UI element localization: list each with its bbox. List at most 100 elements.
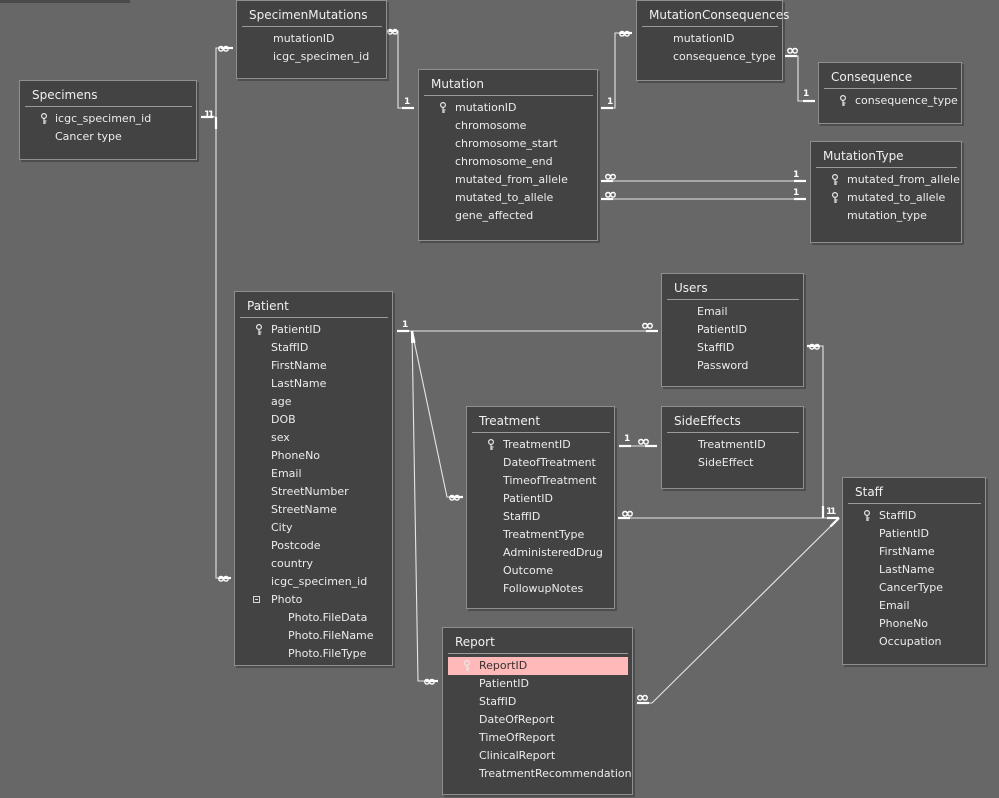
field-password[interactable]: Password	[667, 357, 799, 375]
table-report[interactable]: Report ReportID PatientID StaffID DateOfRepo…	[442, 627, 633, 795]
field-staff-id[interactable]: StaffID	[848, 507, 981, 525]
field-sex[interactable]: sex	[240, 429, 388, 447]
field-photo-file-data[interactable]: Photo.FileData	[240, 609, 388, 627]
table-staff[interactable]: Staff StaffID PatientID FirstName LastName Ca…	[842, 477, 986, 665]
field-date-of-report[interactable]: DateOfReport	[448, 711, 628, 729]
field-followup-notes[interactable]: FollowupNotes	[472, 580, 610, 598]
table-consequence[interactable]: Consequence consequence_type	[818, 62, 962, 124]
field-dateof-treatment[interactable]: DateofTreatment	[472, 454, 610, 472]
collapse-icon[interactable]	[253, 596, 260, 603]
one-marker: 1	[208, 110, 214, 120]
field-photo-file-type[interactable]: Photo.FileType	[240, 645, 388, 663]
field-chromosome-end[interactable]: chromosome_end	[424, 153, 593, 171]
field-staff-id[interactable]: StaffID	[472, 508, 610, 526]
field-label: age	[271, 395, 292, 408]
field-mutation-type[interactable]: mutation_type	[816, 207, 957, 225]
field-outcome[interactable]: Outcome	[472, 562, 610, 580]
field-mutation-id[interactable]: mutationID	[642, 30, 778, 48]
table-patient[interactable]: Patient PatientID StaffID FirstName LastName…	[234, 291, 393, 666]
field-treatment-id[interactable]: TreatmentID	[472, 436, 610, 454]
field-administered-drug[interactable]: AdministeredDrug	[472, 544, 610, 562]
table-side-effects[interactable]: SideEffects TreatmentID SideEffect	[661, 406, 804, 489]
table-mutation-consequences[interactable]: MutationConsequences mutationID consequenc…	[636, 0, 789, 81]
field-icgc-specimen-id[interactable]: icgc_specimen_id	[240, 573, 388, 591]
field-dob[interactable]: DOB	[240, 411, 388, 429]
key-icon	[832, 192, 838, 203]
table-mutation-type[interactable]: MutationType mutated_from_allele mutated_t…	[810, 141, 962, 243]
field-postcode[interactable]: Postcode	[240, 537, 388, 555]
field-label: mutationID	[273, 32, 335, 45]
field-mutated-from-allele[interactable]: mutated_from_allele	[816, 171, 960, 189]
key-icon	[440, 102, 446, 113]
field-label: mutated_to_allele	[455, 191, 554, 204]
field-photo[interactable]: Photo	[240, 591, 388, 609]
field-email[interactable]: Email	[667, 303, 799, 321]
field-email[interactable]: Email	[240, 465, 388, 483]
field-mutated-to-allele[interactable]: mutated_to_allele	[424, 189, 593, 207]
field-patient-id[interactable]: PatientID	[240, 321, 388, 339]
field-chromosome-start[interactable]: chromosome_start	[424, 135, 593, 153]
field-street-number[interactable]: StreetNumber	[240, 483, 388, 501]
table-treatment[interactable]: Treatment TreatmentID DateofTreatment Timeo…	[466, 406, 615, 609]
key-icon	[864, 510, 870, 521]
field-patient-id[interactable]: PatientID	[472, 490, 610, 508]
field-label: Occupation	[879, 635, 942, 648]
field-consequence-type[interactable]: consequence_type	[642, 48, 778, 66]
field-email[interactable]: Email	[848, 597, 981, 615]
field-last-name[interactable]: LastName	[240, 375, 388, 393]
field-list: mutated_from_allele mutated_to_allele muta…	[811, 171, 961, 225]
field-list: Email PatientID StaffID Password	[662, 303, 803, 375]
table-users[interactable]: Users Email PatientID StaffID Password	[661, 273, 804, 387]
field-street-name[interactable]: StreetName	[240, 501, 388, 519]
field-time-of-report[interactable]: TimeOfReport	[448, 729, 628, 747]
field-mutation-id[interactable]: mutationID	[424, 99, 593, 117]
field-label: DateOfReport	[479, 713, 555, 726]
field-phone-no[interactable]: PhoneNo	[848, 615, 981, 633]
field-label: country	[271, 557, 314, 570]
field-report-id[interactable]: ReportID	[448, 657, 628, 675]
field-age[interactable]: age	[240, 393, 388, 411]
field-treatment-recommendation[interactable]: TreatmentRecommendation	[448, 765, 632, 783]
field-list: ReportID PatientID StaffID DateOfReport Time…	[443, 657, 632, 783]
table-title: Mutation	[431, 77, 485, 91]
field-side-effect[interactable]: SideEffect	[667, 454, 799, 472]
table-mutation[interactable]: Mutation mutationID chromosome chromosome_s…	[418, 69, 598, 241]
field-chromosome[interactable]: chromosome	[424, 117, 593, 135]
field-patient-id[interactable]: PatientID	[848, 525, 981, 543]
field-mutated-to-allele[interactable]: mutated_to_allele	[816, 189, 957, 207]
field-treatment-id[interactable]: TreatmentID	[667, 436, 799, 454]
field-phone-no[interactable]: PhoneNo	[240, 447, 388, 465]
field-list: mutationID icgc_specimen_id	[237, 30, 386, 66]
field-last-name[interactable]: LastName	[848, 561, 981, 579]
table-specimen-mutations[interactable]: SpecimenMutations mutationID icgc_specimen…	[236, 0, 387, 79]
field-treatment-type[interactable]: TreatmentType	[472, 526, 610, 544]
field-photo-file-name[interactable]: Photo.FileName	[240, 627, 388, 645]
field-cancer-type[interactable]: Cancer type	[25, 128, 192, 146]
field-staff-id[interactable]: StaffID	[667, 339, 799, 357]
field-label: DateofTreatment	[503, 456, 596, 469]
field-city[interactable]: City	[240, 519, 388, 537]
field-icgc-specimen-id[interactable]: icgc_specimen_id	[25, 110, 192, 128]
table-specimens[interactable]: Specimens icgc_specimen_id Cancer type	[19, 80, 197, 160]
field-mutation-id[interactable]: mutationID	[242, 30, 382, 48]
field-staff-id[interactable]: StaffID	[448, 693, 628, 711]
field-first-name[interactable]: FirstName	[240, 357, 388, 375]
field-consequence-type[interactable]: consequence_type	[824, 92, 958, 110]
field-country[interactable]: country	[240, 555, 388, 573]
field-occupation[interactable]: Occupation	[848, 633, 981, 651]
many-marker-icon	[642, 322, 653, 329]
field-clinical-report[interactable]: ClinicalReport	[448, 747, 628, 765]
title-divider	[240, 317, 388, 318]
field-label: TreatmentID	[503, 438, 571, 451]
field-staff-id[interactable]: StaffID	[240, 339, 388, 357]
field-first-name[interactable]: FirstName	[848, 543, 981, 561]
field-timeof-treatment[interactable]: TimeofTreatment	[472, 472, 610, 490]
field-gene-affected[interactable]: gene_affected	[424, 207, 593, 225]
field-patient-id[interactable]: PatientID	[448, 675, 628, 693]
field-icgc-specimen-id[interactable]: icgc_specimen_id	[242, 48, 382, 66]
field-label: PhoneNo	[879, 617, 929, 630]
title-divider	[667, 432, 799, 433]
field-mutated-from-allele[interactable]: mutated_from_allele	[424, 171, 593, 189]
field-patient-id[interactable]: PatientID	[667, 321, 799, 339]
field-cancer-type[interactable]: CancerType	[848, 579, 981, 597]
